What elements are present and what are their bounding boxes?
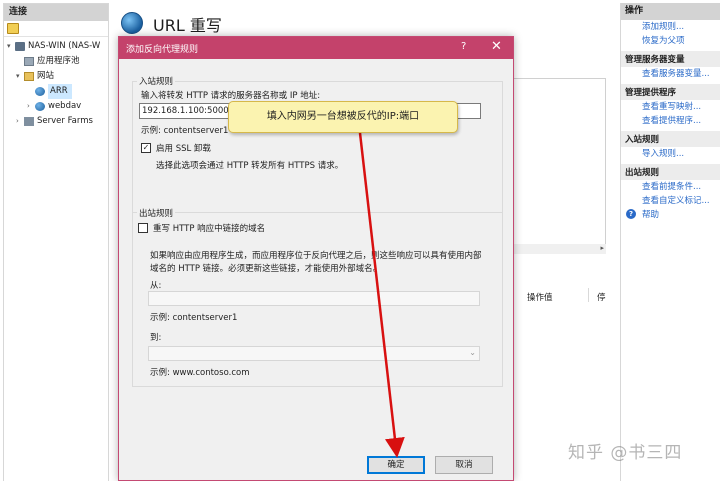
annotation-arrow [358,132,405,458]
watermark: 知乎 @书三四 [568,443,683,463]
annotation-callout: 填入内网另一台想被反代的IP:端口 [228,101,458,133]
